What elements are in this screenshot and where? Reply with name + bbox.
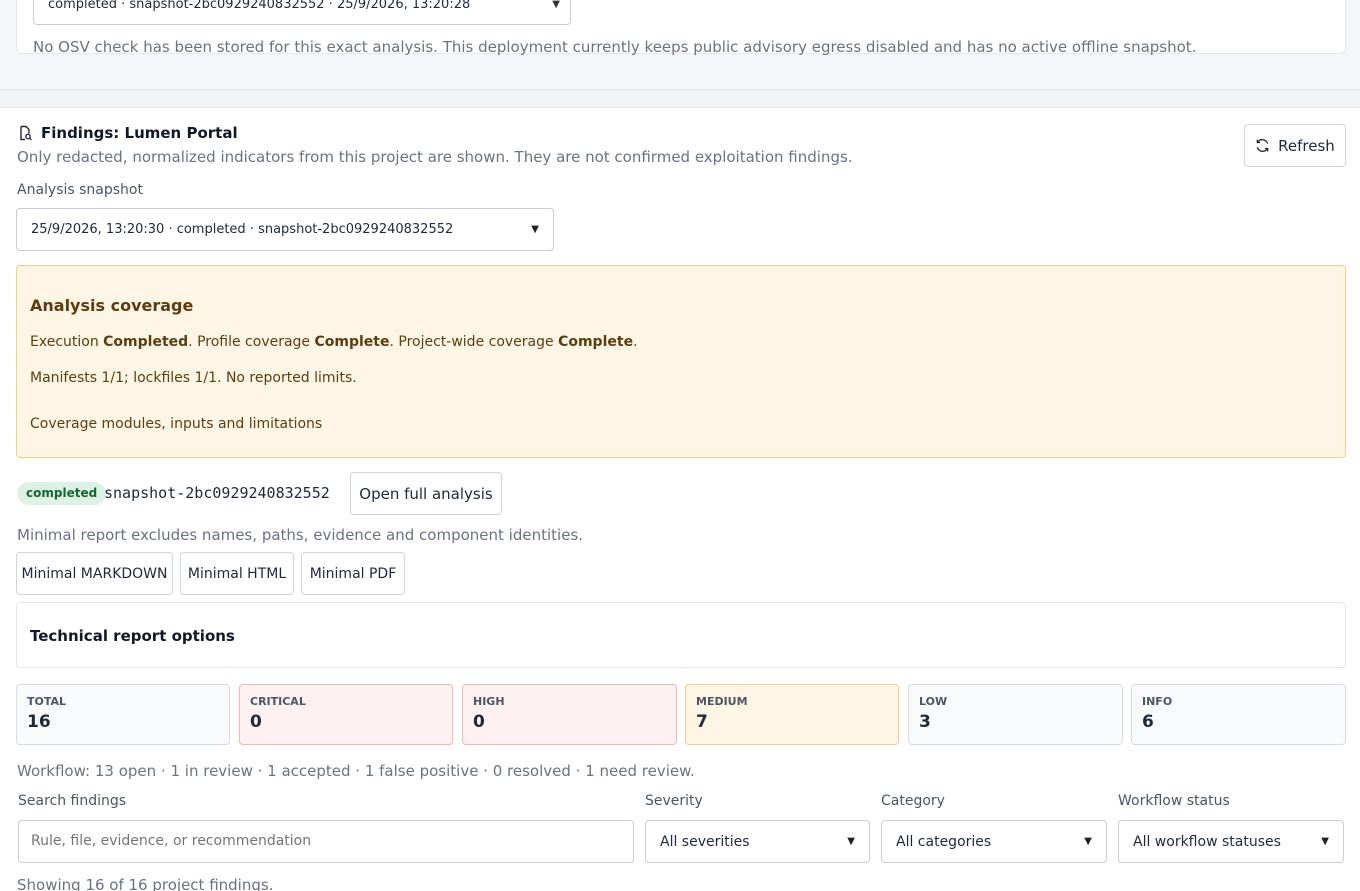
refresh-label: Refresh: [1278, 136, 1335, 155]
stat-value: 7: [696, 712, 708, 732]
category-select-value: All categories: [896, 833, 992, 850]
snapshot-id: snapshot-2bc0929240832552: [104, 484, 330, 502]
manifests-line: Manifests 1/1; lockfiles 1/1. No reporte…: [30, 370, 357, 386]
technical-report-options[interactable]: Technical report options: [16, 602, 1346, 668]
stat-label: TOTAL: [27, 695, 67, 708]
findings-title: Findings: Lumen Portal: [41, 124, 238, 142]
stat-label: LOW: [919, 695, 948, 708]
severity-select-value: All severities: [660, 833, 750, 850]
findings-subtitle: Only redacted, normalized indicators fro…: [17, 148, 853, 166]
profile-prefix: . Profile coverage: [188, 334, 315, 350]
stat-value: 0: [473, 712, 485, 732]
stat-label: MEDIUM: [696, 695, 748, 708]
coverage-panel: Analysis coverage Execution Completed. P…: [16, 265, 1346, 458]
project-value: Complete: [558, 334, 634, 350]
workflow-status-select-value: All workflow statuses: [1133, 833, 1281, 850]
chevron-down-icon: ▼: [1321, 836, 1329, 847]
stat-total: TOTAL 16: [16, 684, 230, 745]
chevron-down-icon: ▼: [552, 0, 560, 10]
snapshot-select-value: 25/9/2026, 13:20:30 · completed · snapsh…: [31, 222, 454, 237]
project-prefix: . Project-wide coverage: [389, 334, 559, 350]
findings-header: Findings: Lumen Portal: [17, 124, 238, 142]
document-search-icon: [20, 125, 32, 141]
stat-critical: CRITICAL 0: [239, 684, 453, 745]
export-minimal-html-button[interactable]: Minimal HTML: [180, 552, 294, 595]
stat-value: 16: [27, 712, 51, 732]
severity-select[interactable]: All severities ▼: [645, 820, 870, 863]
coverage-details-toggle[interactable]: Coverage modules, inputs and limitations: [30, 416, 322, 432]
stat-value: 3: [919, 712, 931, 732]
stat-high: HIGH 0: [462, 684, 677, 745]
stat-label: CRITICAL: [250, 695, 306, 708]
osv-analysis-select-value: completed · snapshot-2bc0929240832552 · …: [48, 0, 471, 12]
osv-analysis-select[interactable]: completed · snapshot-2bc0929240832552 · …: [33, 0, 571, 25]
stat-low: LOW 3: [908, 684, 1123, 745]
chevron-down-icon: ▼: [847, 836, 855, 847]
category-label: Category: [881, 793, 945, 809]
minimal-report-note: Minimal report excludes names, paths, ev…: [17, 526, 584, 544]
stat-value: 6: [1142, 712, 1154, 732]
workflow-status-select[interactable]: All workflow statuses ▼: [1118, 820, 1344, 863]
chevron-down-icon: ▼: [1084, 836, 1092, 847]
stat-label: INFO: [1142, 695, 1173, 708]
snapshot-label: Analysis snapshot: [17, 182, 143, 198]
snapshot-select[interactable]: 25/9/2026, 13:20:30 · completed · snapsh…: [16, 208, 554, 251]
workflow-status-label: Workflow status: [1118, 793, 1230, 809]
workflow-summary: Workflow: 13 open · 1 in review · 1 acce…: [17, 762, 695, 780]
execution-prefix: Execution: [30, 334, 104, 350]
profile-value: Complete: [314, 334, 390, 350]
stat-medium: MEDIUM 7: [685, 684, 899, 745]
showing-count: Showing 16 of 16 project findings.: [17, 876, 274, 891]
stat-label: HIGH: [473, 695, 505, 708]
technical-report-options-title: Technical report options: [30, 627, 235, 645]
chevron-down-icon: ▼: [531, 224, 539, 235]
search-input[interactable]: [18, 820, 634, 863]
coverage-title: Analysis coverage: [30, 296, 194, 315]
project-suffix: .: [633, 334, 638, 350]
category-select[interactable]: All categories ▼: [881, 820, 1107, 863]
open-full-analysis-button[interactable]: Open full analysis: [350, 472, 502, 515]
export-minimal-pdf-button[interactable]: Minimal PDF: [301, 552, 405, 595]
coverage-status-line: Execution Completed. Profile coverage Co…: [30, 334, 638, 350]
refresh-button[interactable]: Refresh: [1244, 124, 1346, 167]
status-badge: completed: [17, 482, 107, 505]
export-minimal-markdown-button[interactable]: Minimal MARKDOWN: [16, 552, 173, 595]
stat-info: INFO 6: [1131, 684, 1346, 745]
stat-value: 0: [250, 712, 262, 732]
osv-note: No OSV check has been stored for this ex…: [33, 38, 1197, 56]
search-label: Search findings: [18, 793, 127, 809]
execution-value: Completed: [103, 334, 189, 350]
refresh-icon: [1256, 139, 1269, 152]
severity-label: Severity: [645, 793, 703, 809]
